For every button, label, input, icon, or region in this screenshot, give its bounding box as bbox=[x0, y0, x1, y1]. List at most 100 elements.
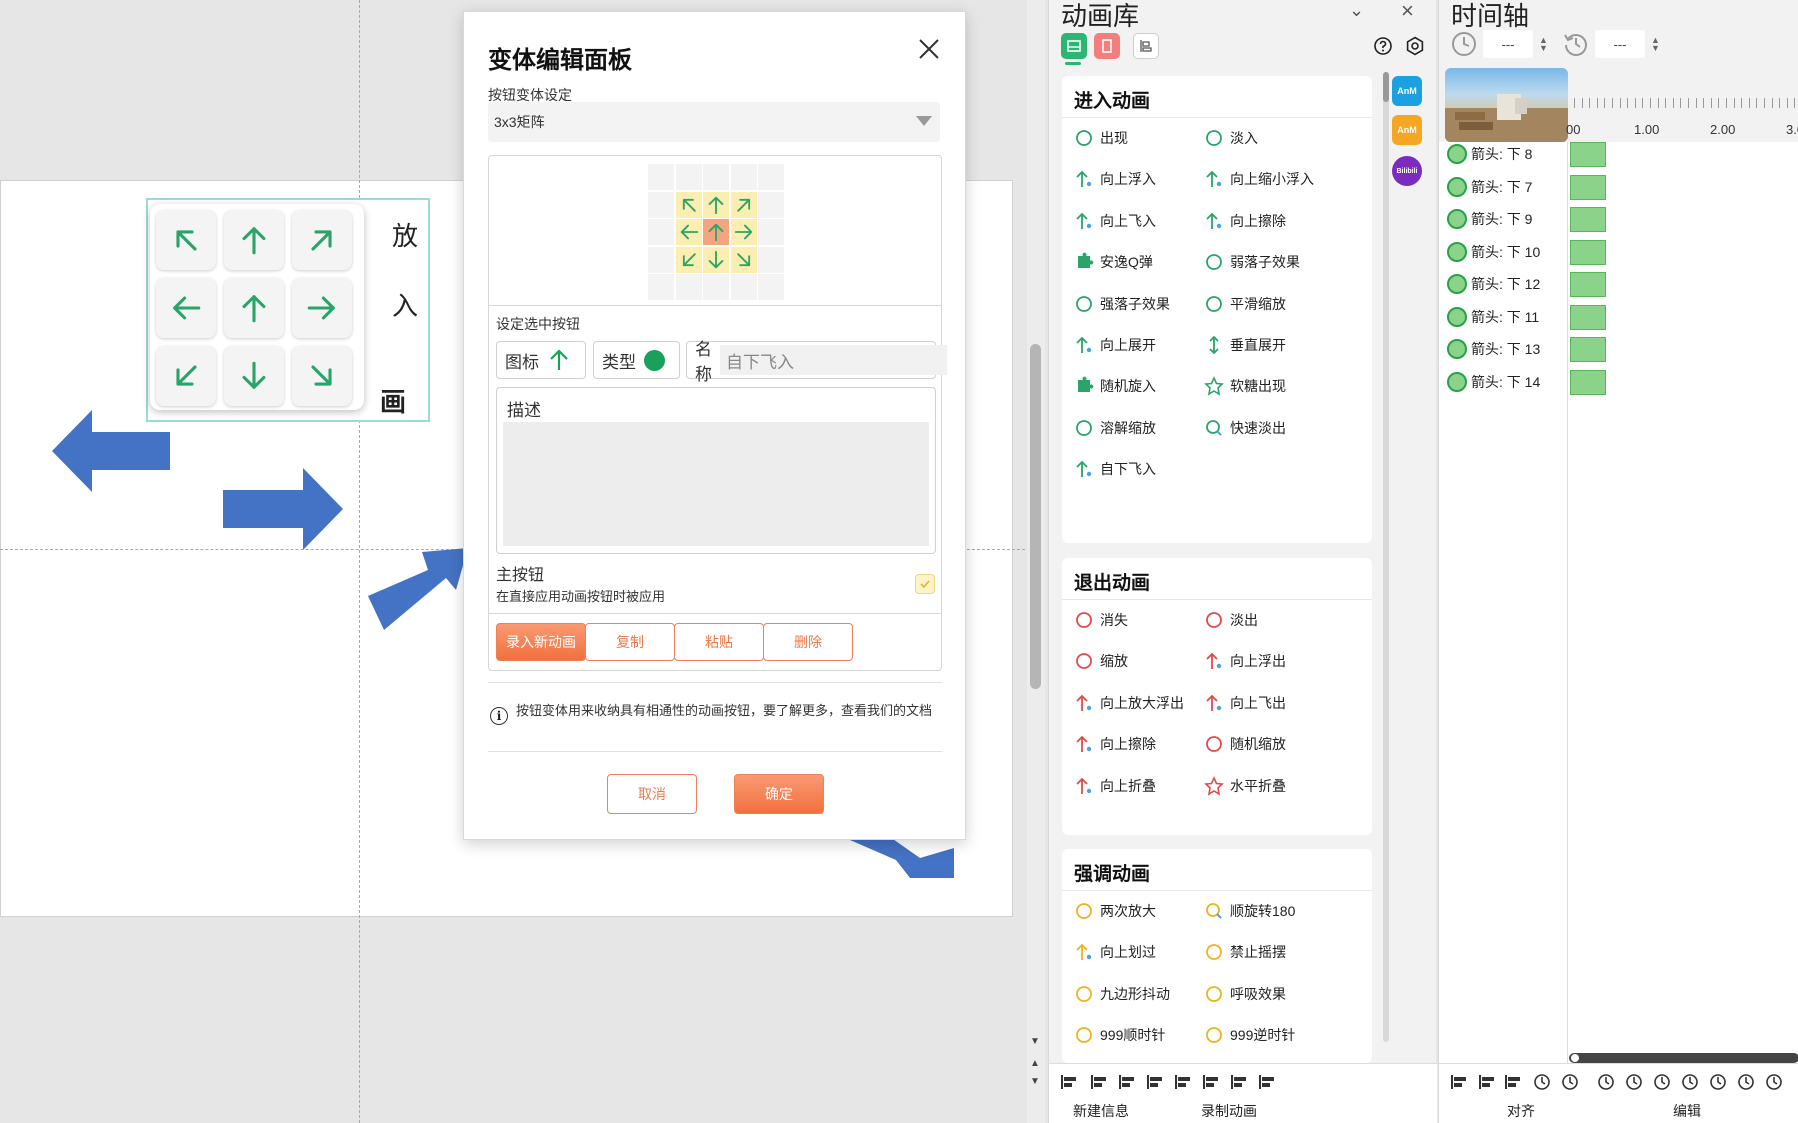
grid-arrow-button[interactable] bbox=[156, 346, 216, 406]
type-property[interactable]: 类型 bbox=[593, 341, 680, 379]
enter-animation-item[interactable]: 向上浮入 bbox=[1074, 169, 1156, 189]
align-label[interactable]: 对齐 bbox=[1507, 1101, 1535, 1121]
bookmark-icon[interactable] bbox=[1094, 33, 1120, 59]
align-tool-icon[interactable] bbox=[1201, 1073, 1223, 1091]
timeline-row[interactable]: 箭头: 下 10 bbox=[1447, 241, 1540, 262]
record-new-animation-button[interactable]: 录入新动画 bbox=[496, 623, 586, 661]
align-tool-icon[interactable] bbox=[1257, 1073, 1279, 1091]
preview-cell[interactable] bbox=[675, 246, 702, 273]
timeline-tool-icon[interactable] bbox=[1707, 1073, 1729, 1091]
preview-cell-empty[interactable] bbox=[758, 191, 784, 218]
enter-animation-item[interactable]: 强落子效果 bbox=[1074, 294, 1170, 314]
enter-animation-item[interactable]: 淡入 bbox=[1204, 128, 1258, 148]
preview-cell[interactable] bbox=[730, 246, 757, 273]
emphasis-animation-item[interactable]: 向上划过 bbox=[1074, 942, 1156, 962]
enter-animation-item[interactable]: 弱落子效果 bbox=[1204, 252, 1300, 272]
timeline-tool-icon[interactable] bbox=[1503, 1073, 1525, 1091]
exit-animation-item[interactable]: 向上浮出 bbox=[1204, 651, 1286, 671]
grid-arrow-button[interactable] bbox=[292, 278, 352, 338]
align-icon[interactable] bbox=[1133, 33, 1159, 59]
align-tool-icon[interactable] bbox=[1089, 1073, 1111, 1091]
timeline-bar[interactable] bbox=[1570, 369, 1606, 395]
preview-cell-empty[interactable] bbox=[730, 274, 757, 300]
icon-property[interactable]: 图标 bbox=[496, 341, 586, 379]
exit-animation-item[interactable]: 随机缩放 bbox=[1204, 734, 1286, 754]
cancel-button[interactable]: 取消 bbox=[607, 774, 697, 814]
time-ruler[interactable]: 00 1.00 2.00 3.0 bbox=[1566, 68, 1798, 142]
spinner-icon[interactable]: ▲ ▼ bbox=[1651, 36, 1660, 53]
preview-cell-empty[interactable] bbox=[675, 274, 702, 300]
timeline-scrollbar[interactable] bbox=[1569, 1053, 1798, 1063]
enter-animation-item[interactable]: 向上擦除 bbox=[1204, 211, 1286, 231]
emphasis-animation-item[interactable]: 999顺时针 bbox=[1074, 1025, 1165, 1045]
timeline-bar[interactable] bbox=[1570, 142, 1606, 167]
timeline-row[interactable]: 箭头: 下 7 bbox=[1447, 176, 1532, 197]
timeline-bar[interactable] bbox=[1570, 207, 1606, 232]
preview-cell-empty[interactable] bbox=[648, 274, 674, 300]
timeline-row[interactable]: 箭头: 下 9 bbox=[1447, 209, 1532, 229]
emphasis-animation-item[interactable]: 九边形抖动 bbox=[1074, 984, 1170, 1004]
bilibili-badge[interactable]: Bilibili bbox=[1392, 156, 1422, 186]
library-scrollbar[interactable] bbox=[1383, 72, 1389, 1042]
edit-label[interactable]: 编辑 bbox=[1673, 1101, 1701, 1121]
layers-icon[interactable] bbox=[1061, 33, 1087, 59]
timeline-bar[interactable] bbox=[1570, 304, 1606, 330]
preview-cell-empty[interactable] bbox=[758, 164, 784, 190]
emphasis-animation-item[interactable]: 999逆时针 bbox=[1204, 1025, 1295, 1045]
preview-cell[interactable] bbox=[730, 219, 757, 245]
timeline-bar[interactable] bbox=[1570, 272, 1606, 297]
delay-control[interactable]: --- ▲ ▼ bbox=[1451, 28, 1561, 60]
name-input[interactable] bbox=[720, 345, 947, 375]
exit-animation-item[interactable]: 向上放大浮出 bbox=[1074, 693, 1184, 713]
preview-cell-empty[interactable] bbox=[758, 246, 784, 273]
timeline-tool-icon[interactable] bbox=[1679, 1073, 1701, 1091]
timeline-bar[interactable] bbox=[1570, 239, 1606, 265]
timeline-row[interactable]: 箭头: 下 13 bbox=[1447, 339, 1540, 359]
duration-control[interactable]: --- ▲ ▼ bbox=[1563, 28, 1673, 60]
align-tool-icon[interactable] bbox=[1117, 1073, 1139, 1091]
preview-cell[interactable] bbox=[675, 191, 702, 218]
emphasis-animation-item[interactable]: 呼吸效果 bbox=[1204, 984, 1286, 1004]
grid-arrow-button[interactable] bbox=[224, 210, 284, 270]
enter-animation-item[interactable]: 平滑缩放 bbox=[1204, 294, 1286, 314]
timeline-tool-icon[interactable] bbox=[1735, 1073, 1757, 1091]
help-icon[interactable] bbox=[1370, 33, 1396, 59]
library-scrollbar-thumb[interactable] bbox=[1383, 72, 1389, 102]
new-info-label[interactable]: 新建信息 bbox=[1073, 1101, 1129, 1121]
slide-thumbnail[interactable] bbox=[1445, 68, 1568, 142]
close-icon[interactable] bbox=[912, 32, 946, 66]
exit-animation-item[interactable]: 向上擦除 bbox=[1074, 734, 1156, 754]
timeline-bar[interactable] bbox=[1570, 337, 1606, 362]
preview-cell-empty[interactable] bbox=[648, 219, 674, 245]
preview-cell-empty[interactable] bbox=[675, 164, 702, 190]
grid-arrow-button[interactable] bbox=[292, 346, 352, 406]
enter-animation-item[interactable]: 随机旋入 bbox=[1074, 376, 1156, 396]
timeline-tool-icon[interactable] bbox=[1477, 1073, 1499, 1091]
exit-animation-item[interactable]: 向上折叠 bbox=[1074, 776, 1156, 796]
enter-animation-item[interactable]: 自下飞入 bbox=[1074, 459, 1156, 479]
anm-blue-badge[interactable]: AnM bbox=[1392, 76, 1422, 106]
preview-cell[interactable] bbox=[703, 191, 729, 218]
main-button-checkbox[interactable] bbox=[915, 574, 935, 594]
exit-animation-item[interactable]: 缩放 bbox=[1074, 651, 1128, 671]
enter-animation-item[interactable]: 溶解缩放 bbox=[1074, 418, 1156, 438]
align-tool-icon[interactable] bbox=[1173, 1073, 1195, 1091]
spinner-icon[interactable]: ▲ ▼ bbox=[1539, 36, 1548, 53]
align-tool-icon[interactable] bbox=[1059, 1073, 1081, 1091]
enter-animation-item[interactable]: 向上飞入 bbox=[1074, 211, 1156, 231]
enter-animation-item[interactable]: 出现 bbox=[1074, 128, 1128, 148]
enter-animation-item[interactable]: 安逸Q弹 bbox=[1074, 252, 1153, 272]
scroll-down-page-icon[interactable]: ▼ bbox=[1030, 1076, 1040, 1087]
emphasis-animation-item[interactable]: 禁止摇摆 bbox=[1204, 942, 1286, 962]
enter-animation-item[interactable]: 向上展开 bbox=[1074, 335, 1156, 355]
align-tool-icon[interactable] bbox=[1229, 1073, 1251, 1091]
exit-animation-item[interactable]: 向上飞出 bbox=[1204, 693, 1286, 713]
canvas-scrollbar-thumb[interactable] bbox=[1030, 344, 1041, 689]
exit-animation-item[interactable]: 淡出 bbox=[1204, 610, 1258, 630]
left-arrow-shape[interactable] bbox=[52, 410, 172, 492]
preview-cell-empty[interactable] bbox=[648, 191, 674, 218]
preview-cell-empty[interactable] bbox=[730, 164, 757, 190]
canvas-scrollbar[interactable]: ▼ ▲ ▼ bbox=[1027, 0, 1045, 1123]
timeline-row[interactable]: 箭头: 下 11 bbox=[1447, 306, 1539, 327]
enter-animation-item[interactable]: 快速淡出 bbox=[1204, 418, 1286, 438]
